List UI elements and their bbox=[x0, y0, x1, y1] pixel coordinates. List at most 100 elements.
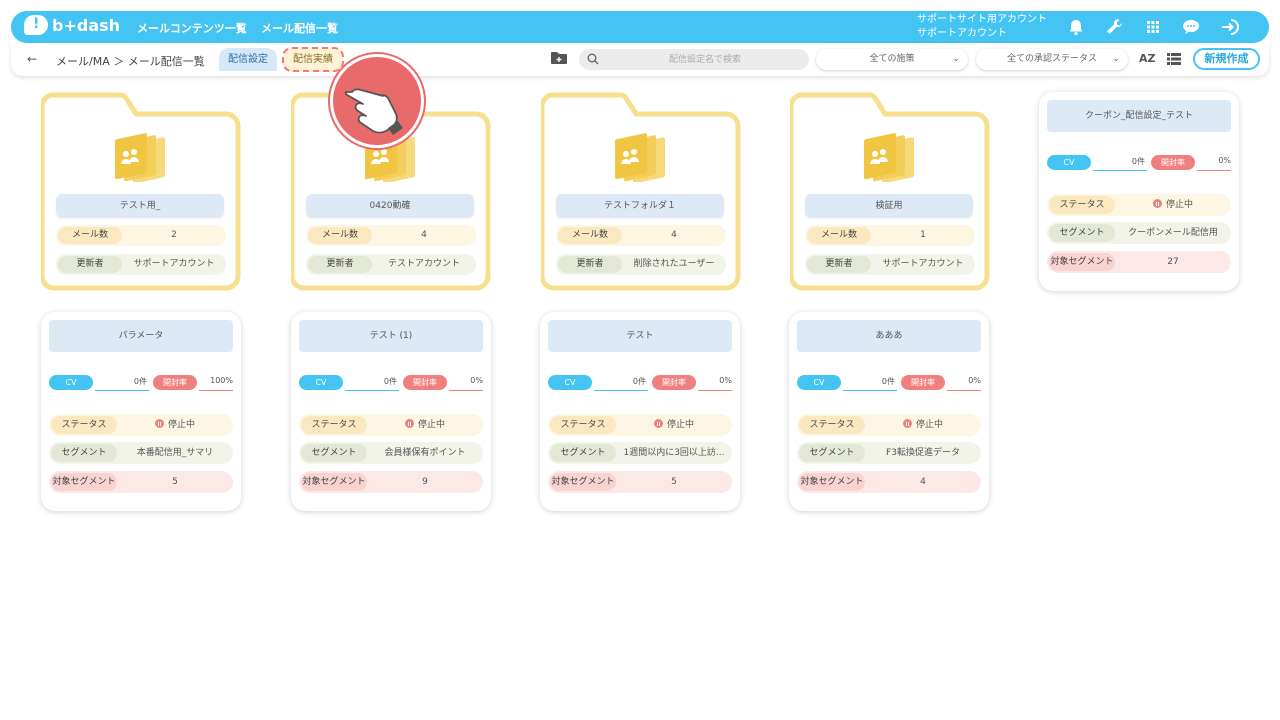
mail-count-row: メール数 4 bbox=[306, 225, 476, 246]
status-value: 停止中 bbox=[167, 420, 195, 430]
open-rate-badge: 開封率 bbox=[901, 375, 945, 390]
mail-count-label: メール数 bbox=[308, 227, 372, 244]
status-row: ステータス 停止中 bbox=[299, 414, 483, 436]
nav-mail-contents[interactable]: メールコンテンツ一覧 bbox=[137, 20, 247, 36]
segment-value: 1週間以内に3回以上訪... bbox=[623, 448, 725, 458]
card-title: あああ bbox=[797, 320, 981, 352]
breadcrumb: メール/MA ＞ メール配信一覧 bbox=[56, 55, 205, 68]
card-title: パラメータ bbox=[49, 320, 233, 352]
status-label: ステータス bbox=[550, 416, 616, 434]
target-segment-value: 4 bbox=[920, 477, 926, 487]
status-row: ステータス 停止中 bbox=[548, 414, 732, 436]
logo-text: b+dash bbox=[52, 15, 121, 35]
target-segment-label: 対象セグメント bbox=[301, 473, 367, 491]
pause-icon bbox=[154, 419, 164, 428]
nav-mail-delivery[interactable]: メール配信一覧 bbox=[261, 20, 338, 36]
segment-label: セグメント bbox=[51, 444, 117, 462]
cv-value: 0件 bbox=[133, 377, 147, 386]
brand-logo[interactable]: b+dash bbox=[24, 15, 120, 35]
folder-card[interactable]: 検証用 メール数 1 更新者 サポートアカウント bbox=[790, 92, 990, 292]
cv-underline bbox=[1093, 170, 1147, 171]
pause-icon bbox=[1152, 199, 1162, 208]
chat-icon[interactable] bbox=[1180, 16, 1202, 38]
cv-underline bbox=[843, 390, 897, 391]
folder-name: 0420動確 bbox=[306, 194, 474, 218]
target-segment-value: 5 bbox=[172, 477, 178, 487]
delivery-setting-card[interactable]: パラメータ CV 0件 開封率 100% ステータス 停止中 セグメント 本番配… bbox=[41, 312, 241, 511]
status-value: 停止中 bbox=[666, 420, 694, 430]
folder-name: テスト用_ bbox=[56, 194, 224, 218]
back-arrow-icon[interactable]: ← bbox=[27, 52, 37, 66]
segment-row: セグメント F3転換促進データ bbox=[797, 442, 981, 464]
group-folder-icon bbox=[115, 133, 165, 182]
segment-label: セグメント bbox=[1049, 224, 1115, 242]
group-folder-icon bbox=[615, 133, 665, 182]
delivery-setting-card[interactable]: テスト (1) CV 0件 開封率 0% ステータス 停止中 セグメント 会員様… bbox=[291, 312, 491, 511]
chevron-down-icon: ⌄ bbox=[952, 54, 960, 64]
chevron-down-icon: ⌄ bbox=[1112, 54, 1120, 64]
target-segment-value: 27 bbox=[1167, 257, 1179, 267]
pause-icon bbox=[404, 419, 414, 428]
updater-value: テストアカウント bbox=[387, 259, 460, 269]
segment-row: セグメント クーポンメール配信用 bbox=[1047, 222, 1231, 244]
status-filter-select[interactable]: 全ての承認ステータス ⌄ bbox=[976, 49, 1128, 70]
mail-count-value: 2 bbox=[171, 230, 177, 240]
open-rate-value: 0% bbox=[470, 376, 483, 385]
account-site: サポートサイト用アカウント bbox=[917, 14, 1047, 25]
cv-badge: CV bbox=[797, 375, 841, 390]
status-label: ステータス bbox=[799, 416, 865, 434]
open-rate-underline bbox=[1197, 170, 1231, 171]
delivery-setting-card[interactable]: テスト CV 0件 開封率 0% ステータス 停止中 セグメント 1週間以内に3… bbox=[540, 312, 740, 511]
status-row: ステータス 停止中 bbox=[797, 414, 981, 436]
mail-count-label: メール数 bbox=[807, 227, 871, 244]
search-input[interactable] bbox=[605, 51, 805, 68]
status-label: ステータス bbox=[301, 416, 367, 434]
updater-label: 更新者 bbox=[558, 256, 622, 273]
delivery-setting-card[interactable]: あああ CV 0件 開封率 0% ステータス 停止中 セグメント F3転換促進デ… bbox=[789, 312, 989, 511]
account-info[interactable]: サポートサイト用アカウント サポートアカウント bbox=[917, 13, 1047, 41]
target-segment-row: 対象セグメント 5 bbox=[49, 471, 233, 493]
segment-label: セグメント bbox=[301, 444, 367, 462]
logo-bubble-icon bbox=[24, 15, 48, 35]
segment-label: セグメント bbox=[799, 444, 865, 462]
target-segment-label: 対象セグメント bbox=[550, 473, 616, 491]
folder-card[interactable]: テスト用_ メール数 2 更新者 サポートアカウント bbox=[41, 92, 241, 292]
sort-az-icon[interactable]: AZ bbox=[1139, 52, 1156, 65]
add-folder-icon[interactable] bbox=[551, 51, 567, 65]
top-nav-bar: b+dash メールコンテンツ一覧 メール配信一覧 サポートサイト用アカウント … bbox=[11, 11, 1269, 43]
cv-badge: CV bbox=[49, 375, 93, 390]
updater-row: 更新者 テストアカウント bbox=[306, 254, 476, 275]
status-value-wrap: 停止中 bbox=[1117, 194, 1229, 216]
folder-card[interactable]: テストフォルダ１ メール数 4 更新者 削除されたユーザー bbox=[541, 92, 741, 292]
status-value: 停止中 bbox=[417, 420, 445, 430]
group-folder-icon bbox=[864, 133, 914, 182]
tab-delivery-settings[interactable]: 配信設定 bbox=[219, 48, 277, 71]
segment-row: セグメント 本番配信用_サマリ bbox=[49, 442, 233, 464]
cv-underline bbox=[594, 390, 648, 391]
logout-icon[interactable] bbox=[1219, 16, 1241, 38]
measure-filter-select[interactable]: 全ての施策 ⌄ bbox=[816, 49, 968, 70]
grid-icon[interactable] bbox=[1142, 16, 1164, 38]
delivery-setting-card[interactable]: クーポン_配信設定_テスト CV 0件 開封率 0% ステータス 停止中 セグメ… bbox=[1039, 92, 1239, 291]
status-value: 停止中 bbox=[915, 420, 943, 430]
status-label: ステータス bbox=[51, 416, 117, 434]
mail-count-value: 4 bbox=[671, 230, 677, 240]
updater-value: サポートアカウント bbox=[133, 259, 215, 269]
card-title: テスト bbox=[548, 320, 732, 352]
create-new-button[interactable]: 新規作成 bbox=[1193, 48, 1260, 70]
open-rate-badge: 開封率 bbox=[652, 375, 696, 390]
bell-icon[interactable] bbox=[1065, 16, 1087, 38]
status-label: ステータス bbox=[1049, 196, 1115, 214]
wrench-icon[interactable] bbox=[1103, 16, 1125, 38]
segment-value: F3転換促進データ bbox=[886, 448, 960, 458]
updater-label: 更新者 bbox=[308, 256, 372, 273]
mail-count-row: メール数 4 bbox=[556, 225, 726, 246]
target-segment-value: 9 bbox=[422, 477, 428, 487]
folder-name: 検証用 bbox=[805, 194, 973, 218]
target-segment-row: 対象セグメント 27 bbox=[1047, 251, 1231, 273]
updater-value: サポートアカウント bbox=[882, 259, 964, 269]
folder-name: テストフォルダ１ bbox=[556, 194, 724, 218]
list-view-icon[interactable] bbox=[1167, 53, 1181, 65]
status-value-wrap: 停止中 bbox=[618, 414, 730, 436]
measure-filter-value: 全ての施策 bbox=[869, 54, 915, 64]
